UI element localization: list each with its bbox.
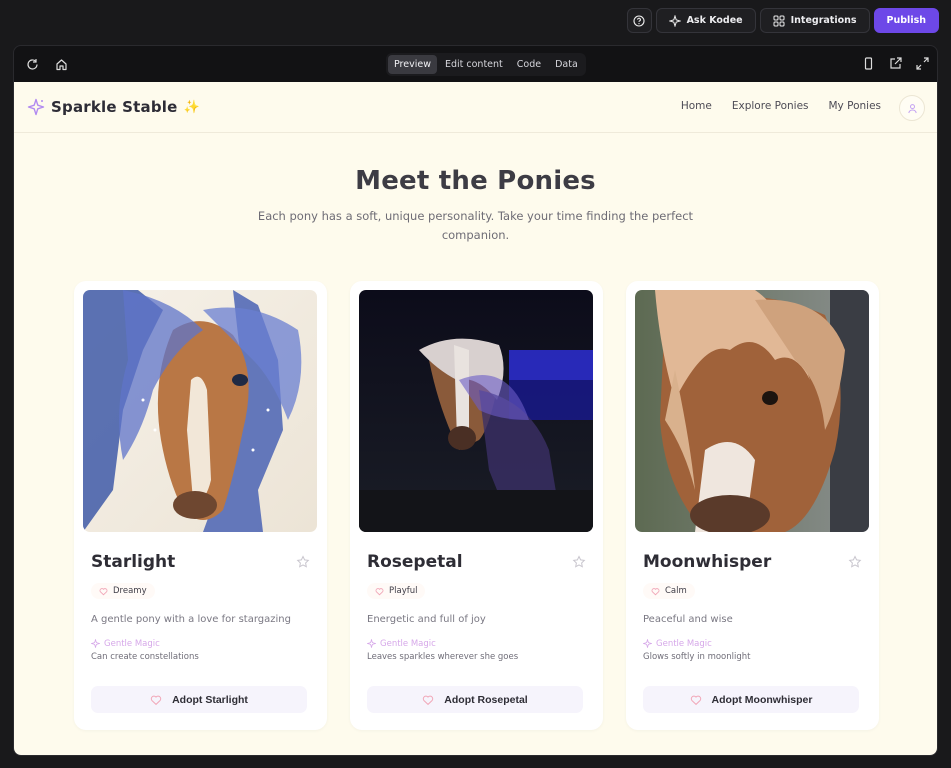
mood-badge: Calm [643, 583, 695, 599]
page-subtitle: Each pony has a soft, unique personality… [257, 209, 694, 242]
adopt-button[interactable]: Adopt Starlight [91, 686, 307, 713]
ask-kodee-label: Ask Kodee [686, 15, 743, 26]
nav-my-ponies[interactable]: My Ponies [829, 100, 882, 112]
integrations-button[interactable]: Integrations [759, 8, 870, 33]
refresh-icon[interactable] [26, 58, 39, 71]
pony-card: Moonwhisper Calm Peaceful and wise Gentl… [626, 281, 879, 730]
heart-icon [150, 695, 162, 705]
favorite-star-icon[interactable] [296, 555, 310, 569]
pony-name: Moonwhisper [643, 552, 772, 572]
heart-icon [651, 587, 660, 595]
mood-label: Playful [389, 586, 418, 596]
profile-button[interactable] [899, 95, 925, 121]
pony-card: Starlight Dreamy A gentle pony with a lo… [74, 281, 327, 730]
user-icon [907, 103, 917, 113]
pony-cards: Starlight Dreamy A gentle pony with a lo… [74, 281, 879, 730]
heart-icon [423, 695, 434, 705]
pony-ability: Glows softly in moonlight [643, 651, 751, 662]
heart-icon [375, 587, 384, 595]
tab-preview[interactable]: Preview [388, 55, 437, 74]
tab-edit-content[interactable]: Edit content [439, 55, 509, 74]
integrations-label: Integrations [790, 15, 857, 26]
nav-explore-ponies[interactable]: Explore Ponies [732, 100, 809, 112]
sparkle-logo-icon [27, 98, 45, 116]
adopt-button[interactable]: Adopt Moonwhisper [643, 686, 859, 713]
mood-label: Dreamy [113, 586, 147, 596]
heart-icon [99, 587, 108, 595]
sparkle-icon [668, 14, 681, 27]
pony-description: Energetic and full of joy [367, 613, 486, 625]
top-toolbar: Ask Kodee Integrations Publish [626, 8, 939, 33]
brand[interactable]: Sparkle Stable ✨ [27, 98, 200, 116]
mood-label: Calm [665, 586, 687, 596]
adopt-button-label: Adopt Moonwhisper [711, 693, 813, 706]
pony-ability: Can create constellations [91, 651, 199, 662]
site-preview: Sparkle Stable ✨ Home Explore Ponies My … [14, 82, 937, 755]
favorite-star-icon[interactable] [572, 555, 586, 569]
fullscreen-icon[interactable] [916, 57, 929, 70]
publish-button[interactable]: Publish [873, 8, 939, 33]
magic-label: Gentle Magic [643, 639, 870, 649]
pony-name: Rosepetal [367, 552, 463, 572]
adopt-button-label: Adopt Rosepetal [444, 693, 528, 706]
mood-badge: Playful [367, 583, 426, 599]
adopt-button[interactable]: Adopt Rosepetal [367, 686, 583, 713]
help-icon [633, 14, 645, 27]
magic-label: Gentle Magic [367, 639, 594, 649]
pony-card: Rosepetal Playful Energetic and full of … [350, 281, 603, 730]
ask-kodee-button[interactable]: Ask Kodee [655, 8, 756, 33]
pony-description: A gentle pony with a love for stargazing [91, 613, 291, 625]
page-title: Meet the Ponies [355, 166, 596, 196]
nav-home[interactable]: Home [681, 100, 712, 112]
brand-emoji: ✨ [183, 99, 200, 115]
tab-code[interactable]: Code [511, 55, 547, 74]
integrations-icon [773, 15, 785, 26]
sparkle-icon [643, 639, 652, 648]
pony-photo [635, 290, 869, 532]
help-button[interactable] [626, 8, 652, 33]
sparkle-icon [91, 639, 100, 648]
tab-data[interactable]: Data [549, 55, 584, 74]
sparkle-icon [367, 639, 376, 648]
home-icon[interactable] [55, 58, 68, 71]
pony-photo [359, 290, 593, 532]
editor-tabs: Preview Edit content Code Data [386, 53, 586, 76]
mobile-view-icon[interactable] [862, 57, 875, 70]
open-external-icon[interactable] [889, 57, 902, 70]
pony-name: Starlight [91, 552, 176, 572]
editor-frame: Preview Edit content Code Data Sparkle S… [13, 45, 938, 756]
pony-photo [83, 290, 317, 532]
site-navbar: Sparkle Stable ✨ Home Explore Ponies My … [14, 82, 937, 133]
pony-ability: Leaves sparkles wherever she goes [367, 651, 519, 662]
nav-links: Home Explore Ponies My Ponies [681, 100, 881, 112]
editor-toolbar: Preview Edit content Code Data [14, 46, 937, 82]
pony-description: Peaceful and wise [643, 613, 733, 625]
heart-icon [690, 695, 701, 705]
magic-label: Gentle Magic [91, 639, 318, 649]
mood-badge: Dreamy [91, 583, 155, 599]
adopt-button-label: Adopt Starlight [172, 693, 248, 706]
brand-name: Sparkle Stable [51, 98, 178, 116]
favorite-star-icon[interactable] [848, 555, 862, 569]
